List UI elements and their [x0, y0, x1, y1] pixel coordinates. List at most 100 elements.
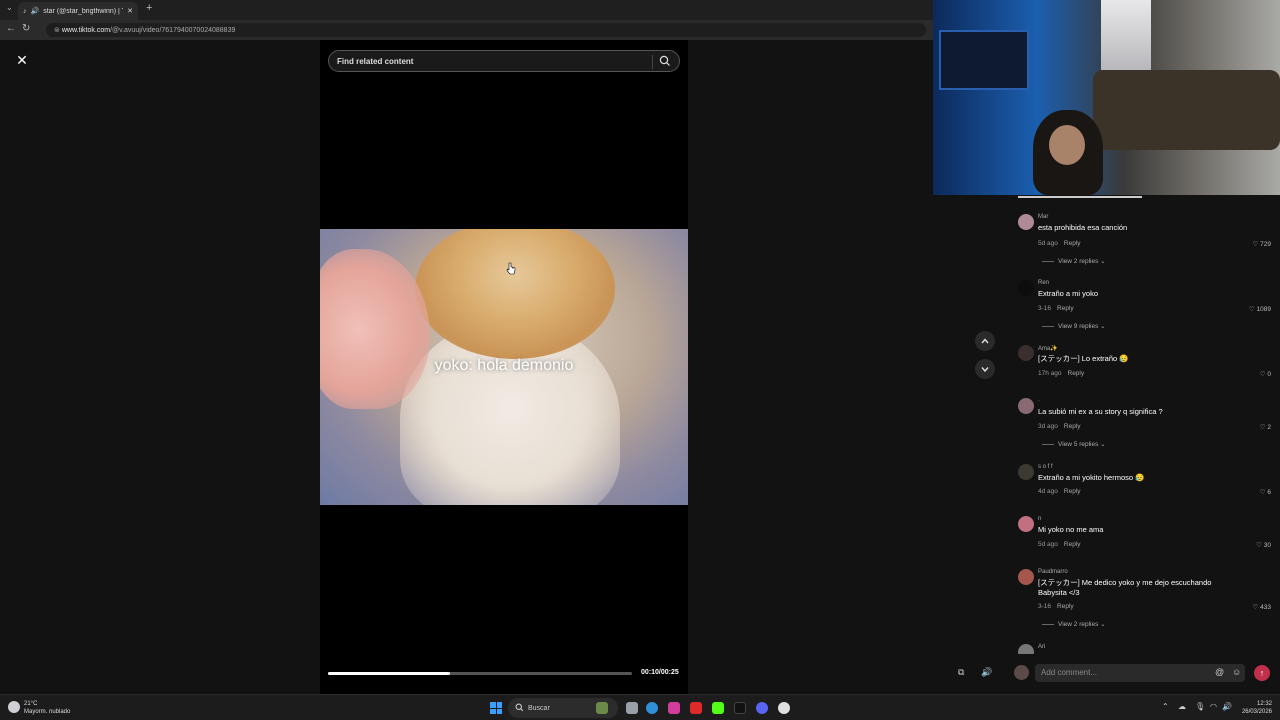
chevron-up-icon	[981, 338, 989, 344]
chevron-down-icon: ⌄	[1100, 441, 1106, 448]
volume-icon[interactable]: 🔊	[981, 667, 992, 678]
reply-button[interactable]: Reply	[1064, 488, 1081, 495]
search-input[interactable]: Find related content	[328, 50, 680, 72]
reply-button[interactable]: Reply	[1057, 305, 1074, 312]
heart-icon: ♡	[1256, 542, 1264, 549]
view-replies-button[interactable]: View 2 replies ⌄	[1042, 620, 1106, 628]
view-replies-button[interactable]: View 2 replies ⌄	[1042, 257, 1106, 265]
comment-author[interactable]: n	[1038, 516, 1041, 522]
weather-temp: 21°C	[24, 701, 38, 707]
comment-meta: 3-16 Reply	[1038, 603, 1074, 610]
avatar[interactable]	[1018, 516, 1034, 532]
like-button[interactable]: ♡ 1089	[1249, 305, 1271, 313]
comment-time: 3-16	[1038, 603, 1052, 610]
edge-icon[interactable]	[646, 702, 658, 714]
view-replies-button[interactable]: View 9 replies ⌄	[1042, 322, 1106, 330]
comment-author[interactable]: Ari	[1038, 644, 1045, 650]
speaker-icon[interactable]: 🔊	[1222, 702, 1232, 711]
tiktok-icon[interactable]	[734, 702, 746, 714]
kick-icon[interactable]	[712, 702, 724, 714]
reply-button[interactable]: Reply	[1057, 603, 1074, 610]
url-field[interactable]: ⊜ www.tiktok.com/@v.avuuj/video/76179400…	[46, 23, 926, 37]
like-button[interactable]: ♡ 433	[1253, 603, 1272, 611]
comment-item: Ari	[1012, 634, 1274, 654]
like-count: 6	[1267, 489, 1271, 496]
back-icon[interactable]: ←	[6, 23, 16, 34]
webcam-overlay	[933, 0, 1280, 195]
microphone-icon[interactable]: 🎙	[1195, 702, 1205, 711]
comment-meta: 5d ago Reply	[1038, 541, 1081, 548]
url-path: /@v.avuuj/video/7617940070024088839	[110, 27, 236, 34]
like-button[interactable]: ♡ 6	[1260, 488, 1271, 496]
view-replies-button[interactable]: View 5 replies ⌄	[1042, 440, 1106, 448]
wifi-icon[interactable]: ◠	[1210, 702, 1217, 711]
like-button[interactable]: ♡ 0	[1260, 370, 1271, 378]
comment-bar: ⧉ 🔊 Add comment... @ ☺ ↑	[958, 660, 1280, 686]
comment-time: 5d ago	[1038, 240, 1058, 247]
reply-button[interactable]: Reply	[1064, 240, 1081, 247]
new-tab-icon[interactable]: +	[146, 2, 152, 14]
discord-icon[interactable]	[756, 702, 768, 714]
windows-start-icon[interactable]	[490, 702, 502, 714]
like-count: 433	[1260, 604, 1271, 611]
avatar[interactable]	[1018, 280, 1034, 296]
instagram-icon[interactable]	[668, 702, 680, 714]
next-video-button[interactable]	[975, 359, 995, 379]
avatar[interactable]	[1018, 214, 1034, 230]
comment-author[interactable]: ·	[1038, 398, 1040, 404]
comment-input[interactable]: Add comment...	[1035, 664, 1245, 682]
avatar[interactable]	[1018, 644, 1034, 654]
reload-icon[interactable]: ↻	[22, 23, 30, 34]
chrome-icon[interactable]	[778, 702, 790, 714]
previous-video-button[interactable]	[975, 331, 995, 351]
clock-time: 12:32	[1256, 701, 1272, 707]
comments-list[interactable]: Mar esta prohibida esa canción 5d ago Reply…	[1012, 204, 1280, 654]
browser-tab[interactable]: ♪ 🔊 star (@star_brigthwinn) | Tik ✕	[18, 2, 138, 20]
avatar	[1014, 665, 1029, 680]
comment-time: 17h ago	[1038, 370, 1062, 377]
comment-author[interactable]: Ama✨	[1038, 345, 1058, 352]
tab-list-icon[interactable]: ⌄	[6, 3, 13, 12]
comment-author[interactable]: s o f f	[1038, 464, 1053, 470]
onedrive-icon[interactable]: ☁	[1178, 702, 1186, 711]
emoji-icon[interactable]: ☺	[1232, 667, 1241, 677]
comment-author[interactable]: Paudmarro	[1038, 569, 1068, 575]
system-tray-clock[interactable]: 12:32 26/03/2026	[1242, 700, 1272, 716]
comment-author[interactable]: Ren	[1038, 280, 1049, 286]
close-icon[interactable]: ✕	[12, 50, 32, 70]
reply-button[interactable]: Reply	[1064, 423, 1081, 430]
view-replies-label: View 5 replies	[1058, 441, 1099, 448]
comment-text: Mi yoko no me ama	[1038, 525, 1104, 534]
comment-text: esta prohibida esa canción	[1038, 223, 1128, 232]
send-button[interactable]: ↑	[1254, 665, 1270, 681]
site-info-icon[interactable]: ⊜	[54, 27, 60, 34]
comment-item: Mar esta prohibida esa canción 5d ago Reply…	[1012, 204, 1274, 274]
file-explorer-icon[interactable]	[626, 702, 638, 714]
mention-icon[interactable]: @	[1215, 667, 1224, 677]
like-button[interactable]: ♡ 30	[1256, 541, 1271, 549]
search-placeholder: Find related content	[337, 56, 414, 66]
tray-overflow-icon[interactable]: ⌃	[1162, 702, 1169, 711]
like-count: 729	[1260, 241, 1271, 248]
clock-date: 26/03/2026	[1241, 709, 1272, 715]
taskbar-search-label: Buscar	[528, 704, 550, 712]
search-icon[interactable]	[659, 55, 671, 67]
reply-button[interactable]: Reply	[1068, 370, 1085, 377]
picture-in-picture-icon[interactable]: ⧉	[958, 667, 964, 678]
tab-title: star (@star_brigthwinn) | Tik	[43, 7, 124, 15]
avatar[interactable]	[1018, 345, 1034, 361]
like-button[interactable]: ♡ 729	[1253, 240, 1272, 248]
avatar[interactable]	[1018, 569, 1034, 585]
tab-close-icon[interactable]: ✕	[127, 7, 133, 15]
comment-meta: 17h ago Reply	[1038, 370, 1084, 377]
reply-button[interactable]: Reply	[1064, 541, 1081, 548]
video-progress-bar[interactable]	[328, 672, 632, 675]
avatar[interactable]	[1018, 464, 1034, 480]
audio-icon[interactable]: 🔊	[31, 7, 40, 15]
like-button[interactable]: ♡ 2	[1260, 423, 1271, 431]
youtube-icon[interactable]	[690, 702, 702, 714]
video-frame[interactable]: yoko: hola demonio	[320, 229, 688, 505]
widget-icon[interactable]	[596, 702, 608, 714]
avatar[interactable]	[1018, 398, 1034, 414]
comment-author[interactable]: Mar	[1038, 214, 1048, 220]
